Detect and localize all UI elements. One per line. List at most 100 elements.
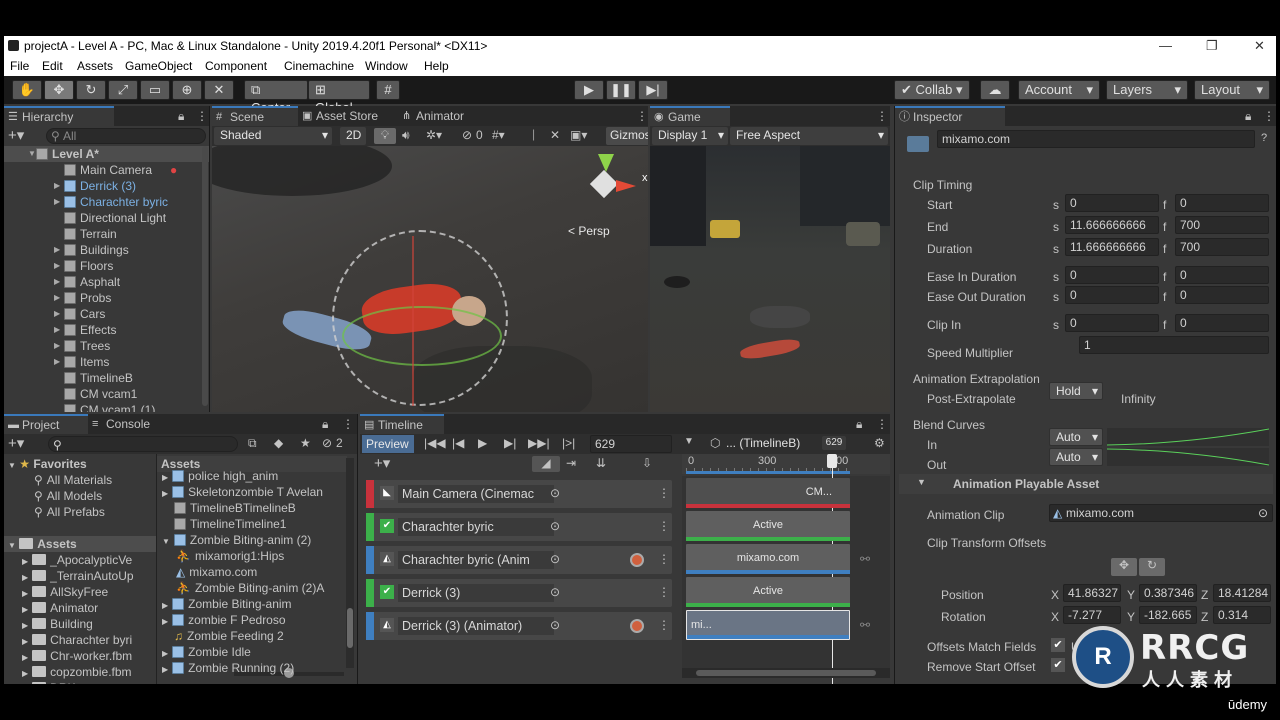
object-picker-icon[interactable]: ⊙ <box>550 618 560 632</box>
post-extrapolate-dropdown[interactable]: Hold ▾ <box>1049 382 1103 400</box>
mix-icon[interactable]: ⇊ <box>596 456 606 470</box>
tab-scene[interactable]: # Scene <box>212 106 298 126</box>
more-icon[interactable]: ⋮ <box>196 109 208 123</box>
step-button[interactable]: ▶| <box>638 80 668 100</box>
time-ruler[interactable]: 0 300 00 <box>682 454 890 474</box>
next-frame-icon[interactable]: ▶| <box>504 436 516 450</box>
timeline-track[interactable]: ◭ Charachter byric (Anim ⊙ ⋮ <box>366 546 672 574</box>
duration-frames-field[interactable]: 700 <box>1175 238 1269 256</box>
collab-dropdown[interactable]: ✔ Collab ▾ <box>894 80 970 100</box>
animation-clip-field[interactable]: ◭ mixamo.com ⊙ <box>1049 504 1273 522</box>
pivot-global-button[interactable]: ⊞ Global <box>308 80 370 115</box>
timeline-hscrollbar[interactable] <box>682 668 890 678</box>
end-frames-field[interactable]: 700 <box>1175 216 1269 234</box>
timeline-track[interactable]: ✔ Charachter byric ⊙ ⋮ <box>366 513 672 541</box>
menu-assets[interactable]: Assets <box>77 56 113 76</box>
menu-window[interactable]: Window <box>365 56 408 76</box>
custom-tool-icon[interactable]: ✕ <box>204 80 234 100</box>
track-menu-icon[interactable]: ⋮ <box>658 552 670 566</box>
ripple-icon[interactable]: ⇥ <box>566 456 576 470</box>
play-icon[interactable]: ▶ <box>478 436 487 450</box>
lock-icon[interactable]: 🔒︎ <box>322 417 328 432</box>
move-handle-icon[interactable]: ✥ <box>1111 558 1137 576</box>
hierarchy-item[interactable]: ▶ Cars <box>4 306 200 322</box>
audio-icon[interactable]: 🔊︎ <box>402 128 410 143</box>
marker-icon[interactable]: ⇩ <box>642 456 652 470</box>
hierarchy-item[interactable]: ▶ Probs <box>4 290 200 306</box>
tab-console[interactable]: ≡ Console <box>88 414 172 434</box>
more-icon[interactable]: ⋮ <box>876 417 888 431</box>
effects-icon[interactable]: ✲▾ <box>426 128 442 142</box>
asset-item[interactable]: ▶ zombie F Pedroso <box>162 612 346 628</box>
lock-icon[interactable]: 🔒︎ <box>178 109 184 124</box>
start-seconds-field[interactable]: 0 <box>1065 194 1159 212</box>
hierarchy-search-input[interactable]: ⚲ All <box>46 128 206 144</box>
tab-game[interactable]: ◉ Game <box>650 106 730 126</box>
cloud-icon[interactable]: ☁ <box>980 80 1010 100</box>
hierarchy-item[interactable]: ▶ Floors <box>4 258 200 274</box>
pause-button[interactable]: ❚❚ <box>606 80 636 100</box>
folder-item[interactable]: ▶DRK <box>22 680 154 684</box>
asset-item[interactable]: ⛹ Zombie Biting-anim (2)A <box>176 580 346 596</box>
track-binding-field[interactable]: Main Camera (Cinemac <box>398 485 554 503</box>
2d-toggle[interactable]: 2D <box>340 127 366 145</box>
minimize-icon[interactable]: — <box>1159 36 1172 56</box>
asset-item[interactable]: ▼ Zombie Biting-anim (2) <box>162 532 346 548</box>
ease_in-frames-field[interactable]: 0 <box>1175 266 1269 284</box>
record-button[interactable] <box>630 619 644 633</box>
object-picker-icon[interactable]: ⊙ <box>1258 505 1268 521</box>
maximize-icon[interactable]: ❐ <box>1206 36 1218 56</box>
lock-icon[interactable]: 🔒︎ <box>1245 109 1251 124</box>
rotation-x-field[interactable]: -7.277 <box>1063 606 1121 624</box>
gizmos-dropdown[interactable]: Gizmos <box>606 127 648 145</box>
display-dropdown[interactable]: Display 1 ▾ <box>652 127 728 145</box>
frame-field[interactable]: 629 <box>590 435 672 453</box>
folder-item[interactable]: ▶ Chr-worker.fbm <box>22 648 154 664</box>
close-icon[interactable]: ✕ <box>1254 36 1265 56</box>
project-search-input[interactable]: ⚲ <box>48 436 238 452</box>
hidden-packages-icon[interactable]: ⊘ <box>322 436 332 450</box>
curves-icon[interactable]: ◢ <box>532 456 560 472</box>
grid-icon[interactable]: #▾ <box>492 128 505 142</box>
goto-start-icon[interactable]: |◀◀ <box>424 436 446 450</box>
object-picker-icon[interactable]: ⊙ <box>550 519 560 533</box>
more-icon[interactable]: ⋮ <box>1263 109 1275 123</box>
more-icon[interactable]: ⋮ <box>342 417 354 431</box>
rect-tool-icon[interactable]: ▭ <box>140 80 170 100</box>
ease_in-seconds-field[interactable]: 0 <box>1065 266 1159 284</box>
track-binding-field[interactable]: Charachter byric <box>398 518 554 536</box>
filter-label-icon[interactable]: ◆ <box>274 436 283 450</box>
tools-icon[interactable]: ✕ <box>550 128 560 142</box>
hierarchy-item[interactable]: ▶ Buildings <box>4 242 200 258</box>
favorites-row[interactable]: ▼ ★ Favorites <box>8 456 87 472</box>
camera-icon[interactable]: ▣▾ <box>570 128 587 142</box>
asset-item[interactable]: ◭ mixamo.com <box>176 564 346 580</box>
track-menu-icon[interactable]: ⋮ <box>658 486 670 500</box>
timeline-track[interactable]: ◭ Derrick (3) (Animator) ⊙ ⋮ <box>366 612 672 640</box>
folder-item[interactable]: ▶ Building <box>22 616 154 632</box>
tab-animator[interactable]: ⋔ Animator <box>398 106 492 126</box>
start-frames-field[interactable]: 0 <box>1175 194 1269 212</box>
settings-gear-icon[interactable]: ⚙ <box>874 436 885 450</box>
move-tool-icon[interactable]: ✥ <box>44 80 74 100</box>
hierarchy-item[interactable]: Terrain <box>4 226 200 242</box>
hierarchy-item[interactable]: Main Camera ● <box>4 162 200 178</box>
favorite-item[interactable]: ⚲ All Materials <box>34 472 112 488</box>
track-binding-field[interactable]: Derrick (3) <box>398 584 554 602</box>
blend-out-curve[interactable] <box>1107 448 1269 466</box>
track-binding-field[interactable]: Derrick (3) (Animator) <box>398 617 554 635</box>
blend-out-dropdown[interactable]: Auto ▾ <box>1049 448 1103 466</box>
hand-tool-icon[interactable]: ✋ <box>12 80 42 100</box>
record-button[interactable] <box>630 553 644 567</box>
hierarchy-item[interactable]: ▶ Asphalt <box>4 274 200 290</box>
aspect-dropdown[interactable]: Free Aspect ▾ <box>730 127 888 145</box>
add-track-icon[interactable]: +▾ <box>374 454 390 472</box>
persp-label[interactable]: < Persp <box>568 224 610 238</box>
folder-item[interactable]: ▶ copzombie.fbm <box>22 664 154 680</box>
menu-cinemachine[interactable]: Cinemachine <box>284 56 354 76</box>
hidden-objects-icon[interactable]: ⊘ <box>462 128 472 142</box>
layout-dropdown[interactable]: Layout ▾ <box>1194 80 1270 100</box>
hierarchy-scrollbar[interactable] <box>202 146 208 406</box>
clip_in-seconds-field[interactable]: 0 <box>1065 314 1159 332</box>
folder-item[interactable]: ▶ _ApocalypticVe <box>22 552 154 568</box>
